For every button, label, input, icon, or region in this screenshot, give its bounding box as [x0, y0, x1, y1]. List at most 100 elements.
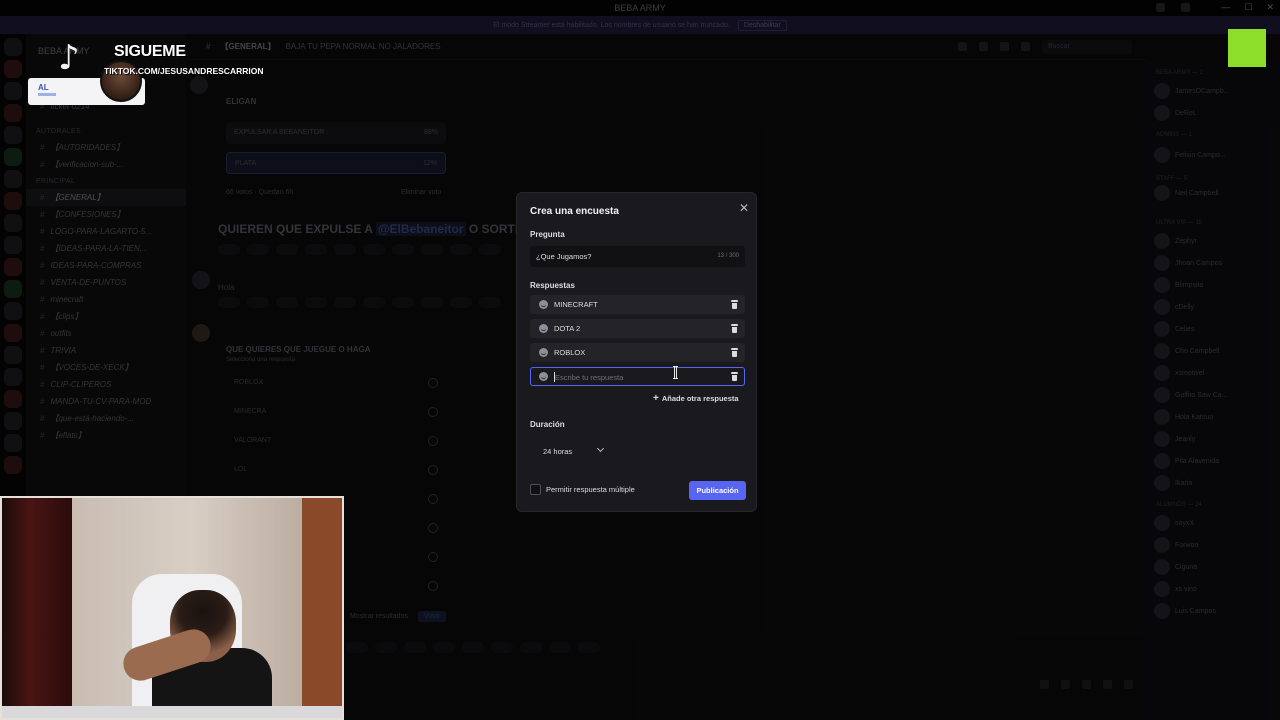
server-icon[interactable]: [4, 60, 22, 78]
poll-option[interactable]: ROBLOX: [226, 368, 444, 397]
emoji-picker-icon[interactable]: [539, 324, 548, 333]
member-item[interactable]: DeReL: [1154, 104, 1197, 122]
trash-icon[interactable]: [731, 300, 738, 309]
member-item[interactable]: Neil Campbell: [1154, 184, 1219, 202]
server-icon[interactable]: [4, 434, 22, 452]
trash-icon[interactable]: [731, 324, 738, 333]
channel-item[interactable]: # VENTA-DE-PUNTOS: [26, 274, 186, 291]
member-item[interactable]: Forwoo: [1154, 536, 1198, 554]
members-icon[interactable]: [1021, 42, 1030, 51]
reaction[interactable]: [479, 297, 501, 308]
channel-item[interactable]: # 【clips】: [26, 308, 186, 325]
server-icon[interactable]: [4, 456, 22, 474]
duration-select[interactable]: 24 horas: [530, 441, 610, 461]
member-item[interactable]: Jeanly: [1154, 430, 1195, 448]
channel-item[interactable]: # 【IDEAS-PARA-LA-TIEN...: [26, 240, 186, 257]
bell-icon[interactable]: [979, 42, 988, 51]
publish-button[interactable]: Publicación: [689, 481, 746, 500]
member-item[interactable]: Pila Alavenida: [1154, 452, 1219, 470]
channel-item[interactable]: # IDEAS-PARA-COMPRAS: [26, 257, 186, 274]
reaction[interactable]: [450, 297, 472, 308]
server-icon[interactable]: [4, 170, 22, 188]
poll-option[interactable]: VALORANT: [226, 426, 444, 455]
gift-icon[interactable]: [1040, 680, 1049, 689]
channel-item-general[interactable]: # 【GENERAL】: [26, 189, 186, 206]
trash-icon[interactable]: [731, 372, 738, 381]
server-icon[interactable]: [4, 148, 22, 166]
channel-item[interactable]: # outfits: [26, 325, 186, 342]
server-icon[interactable]: [4, 258, 22, 276]
reaction[interactable]: [346, 642, 368, 653]
member-item[interactable]: xs vino: [1154, 580, 1197, 598]
reaction[interactable]: [520, 642, 542, 653]
reaction[interactable]: [549, 642, 571, 653]
member-item[interactable]: Celies: [1154, 320, 1194, 338]
reaction[interactable]: [479, 244, 501, 255]
reaction[interactable]: [363, 297, 385, 308]
server-icon[interactable]: [4, 302, 22, 320]
reaction[interactable]: [421, 244, 443, 255]
answer-field[interactable]: DOTA 2: [530, 319, 745, 338]
member-item[interactable]: Ciguna: [1154, 558, 1197, 576]
answer-field[interactable]: ROBLOX: [530, 343, 745, 362]
close-window-icon[interactable]: ✕: [1266, 2, 1274, 13]
member-item[interactable]: Cho Campbell: [1154, 342, 1219, 360]
reaction[interactable]: [305, 244, 327, 255]
user-mention[interactable]: @ElBebaneitor: [375, 222, 466, 236]
reaction[interactable]: [305, 297, 327, 308]
disable-streamer-button[interactable]: Deshabilitar: [737, 19, 787, 31]
emoji-picker-icon[interactable]: [539, 300, 548, 309]
emoji-icon[interactable]: [1103, 680, 1112, 689]
multiple-answers-checkbox[interactable]: [530, 484, 541, 495]
home-icon[interactable]: [4, 38, 22, 56]
emoji-picker-icon[interactable]: [539, 372, 548, 381]
member-item[interactable]: Felisin Campo...: [1154, 146, 1226, 164]
member-item[interactable]: Luis Campos: [1154, 602, 1216, 620]
channel-item[interactable]: # 【que-está-haciendo-...: [26, 410, 186, 427]
reaction[interactable]: [392, 297, 414, 308]
member-item[interactable]: Hola Katsuo: [1154, 408, 1213, 426]
member-item[interactable]: soyxX: [1154, 514, 1194, 532]
server-icon[interactable]: [4, 126, 22, 144]
reaction[interactable]: [450, 244, 472, 255]
server-icon[interactable]: [4, 82, 22, 100]
help-icon[interactable]: [1181, 3, 1190, 12]
category-label[interactable]: AUTORALES: [26, 123, 186, 139]
add-answer-button[interactable]: + Añade otra respuesta: [653, 393, 739, 403]
server-icon[interactable]: [4, 192, 22, 210]
channel-item[interactable]: # CLIP-CLIPEROS: [26, 376, 186, 393]
multiple-answers-row[interactable]: Permitir respuesta múltiple: [530, 484, 635, 495]
question-input[interactable]: ¿Que Jugamos? 13 / 300: [530, 246, 745, 267]
member-item[interactable]: JamesOCampb...: [1154, 82, 1229, 100]
reaction[interactable]: [421, 297, 443, 308]
avatar[interactable]: [192, 324, 210, 342]
reaction[interactable]: [334, 297, 356, 308]
channel-item[interactable]: # 【AUTORIDADES】: [26, 139, 186, 156]
server-icon[interactable]: [4, 104, 22, 122]
server-icon[interactable]: [4, 214, 22, 232]
reaction[interactable]: [276, 297, 298, 308]
avatar[interactable]: [192, 271, 210, 289]
reaction[interactable]: [462, 642, 484, 653]
reaction[interactable]: [392, 244, 414, 255]
reaction[interactable]: [276, 244, 298, 255]
avatar[interactable]: [190, 76, 208, 94]
show-results-button[interactable]: Mostrar resultados: [350, 613, 408, 620]
member-item[interactable]: cDelly: [1154, 298, 1194, 316]
member-item[interactable]: Ikaria: [1154, 474, 1192, 492]
minimize-icon[interactable]: —: [1221, 2, 1230, 13]
channel-item[interactable]: # minecraft: [26, 291, 186, 308]
server-icon[interactable]: [4, 346, 22, 364]
close-icon[interactable]: ✕: [737, 201, 751, 215]
apps-icon[interactable]: [1124, 680, 1133, 689]
reaction[interactable]: [218, 244, 240, 255]
reaction[interactable]: [247, 297, 269, 308]
reaction[interactable]: [218, 297, 240, 308]
channel-item[interactable]: # MANDA-TU-CV-PARA-MOD: [26, 393, 186, 410]
poll-option[interactable]: EXPULSAR A BEBANEITOR 88%: [226, 122, 446, 144]
reaction[interactable]: [578, 642, 600, 653]
poll-option[interactable]: MINECRA: [226, 397, 444, 426]
pin-icon[interactable]: [1000, 42, 1009, 51]
member-item[interactable]: Golfito Saw Ca...: [1154, 386, 1228, 404]
server-icon[interactable]: [4, 324, 22, 342]
